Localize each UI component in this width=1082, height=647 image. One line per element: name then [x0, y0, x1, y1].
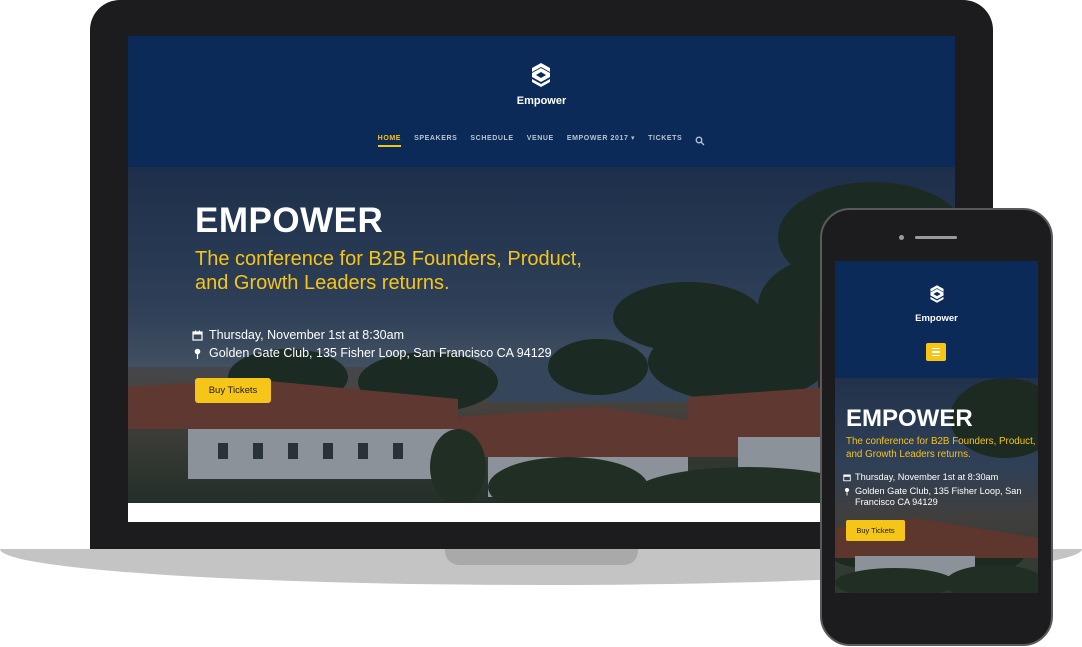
- mobile-event-date: Thursday, November 1st at 8:30am: [843, 472, 998, 483]
- buy-tickets-button[interactable]: Buy Tickets: [195, 378, 271, 403]
- nav-item-speakers[interactable]: SPEAKERS: [414, 135, 457, 147]
- mobile-screen: Empower EMPOWER The conference for B2B F…: [835, 261, 1038, 593]
- search-icon[interactable]: [695, 136, 705, 146]
- laptop-notch: [445, 549, 638, 565]
- empower-logo-icon[interactable]: [530, 62, 552, 88]
- empower-logo-icon[interactable]: [929, 283, 945, 305]
- nav-item-home[interactable]: HOME: [377, 135, 402, 147]
- nav-item-schedule[interactable]: SCHEDULE: [470, 135, 513, 147]
- calendar-icon: [192, 330, 203, 341]
- nav-item-tickets[interactable]: TICKETS: [648, 135, 682, 147]
- map-pin-icon: [194, 348, 201, 359]
- mobile-event-venue: Golden Gate Club, 135 Fisher Loop, San F…: [843, 486, 1033, 508]
- hero-subtitle: The conference for B2B Founders, Product…: [195, 248, 582, 294]
- mobile-brand-name[interactable]: Empower: [835, 313, 1038, 324]
- brand-name[interactable]: Empower: [128, 95, 955, 107]
- main-nav: HOME SPEAKERS SCHEDULE VENUE EMPOWER 201…: [128, 134, 955, 147]
- map-pin-icon: [844, 488, 850, 496]
- hero-title: EMPOWER: [195, 201, 384, 240]
- phone-camera: [899, 235, 904, 240]
- event-venue-text: Golden Gate Club, 135 Fisher Loop, San F…: [209, 346, 552, 360]
- mobile-event-venue-text: Golden Gate Club, 135 Fisher Loop, San F…: [855, 486, 1022, 507]
- nav-item-venue[interactable]: VENUE: [527, 135, 554, 147]
- nav-item-empower-2017[interactable]: EMPOWER 2017 ▾: [567, 134, 635, 147]
- mobile-event-date-text: Thursday, November 1st at 8:30am: [855, 472, 999, 482]
- calendar-icon: [843, 474, 851, 482]
- event-date: Thursday, November 1st at 8:30am: [192, 328, 404, 342]
- event-venue: Golden Gate Club, 135 Fisher Loop, San F…: [192, 346, 552, 360]
- mobile-site-header: Empower: [835, 261, 1038, 378]
- phone-speaker: [915, 236, 957, 239]
- mobile-hero-subtitle: The conference for B2B Founders, Product…: [846, 436, 1036, 460]
- hamburger-menu-icon[interactable]: [926, 343, 946, 361]
- mobile-hero-section: EMPOWER The conference for B2B Founders,…: [835, 378, 1038, 593]
- mobile-buy-tickets-button[interactable]: Buy Tickets: [846, 520, 905, 541]
- site-header: Empower HOME SPEAKERS SCHEDULE VENUE EMP…: [128, 36, 955, 167]
- event-date-text: Thursday, November 1st at 8:30am: [209, 328, 404, 342]
- mobile-hero-title: EMPOWER: [846, 405, 973, 432]
